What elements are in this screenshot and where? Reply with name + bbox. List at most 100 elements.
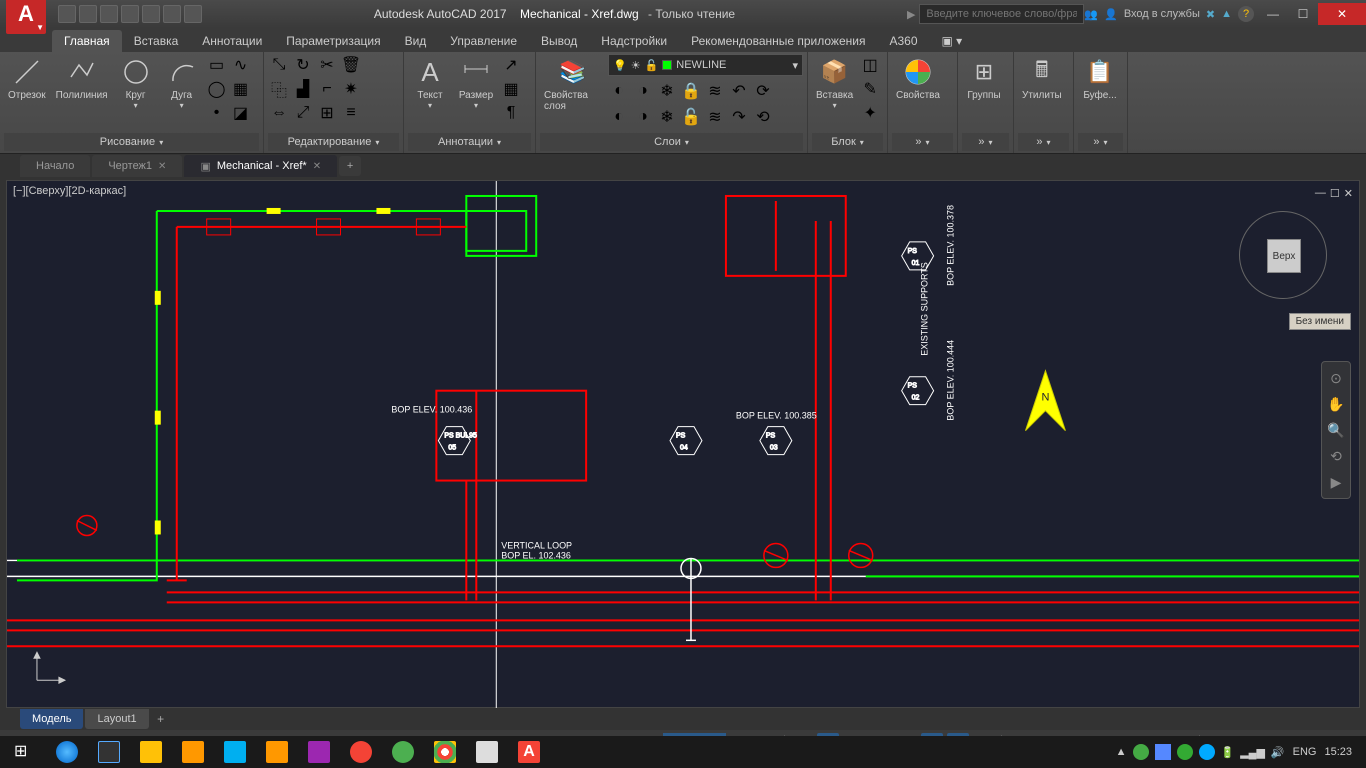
mirror-icon[interactable]: ▟ [292, 78, 314, 100]
qat-new-icon[interactable] [58, 5, 76, 23]
ellipse-icon[interactable]: ◯ [206, 78, 228, 100]
layoff-icon[interactable]: ◐ [608, 80, 630, 102]
fillet-icon[interactable]: ⌐ [316, 78, 338, 100]
exchange-icon[interactable]: ✖ [1206, 8, 1215, 21]
rotate-icon[interactable]: ↻ [292, 54, 314, 76]
panel-clipboard-title[interactable]: » [1078, 133, 1123, 151]
panel-layers-title[interactable]: Слои [540, 133, 803, 151]
taskbar-chrome[interactable] [424, 737, 466, 767]
utilities-button[interactable]: 🖩Утилиты [1018, 54, 1066, 103]
taskbar-app3[interactable] [298, 737, 340, 767]
minimize-button[interactable]: — [1258, 3, 1288, 25]
explode-icon[interactable]: ✷ [340, 78, 362, 100]
signin-icon[interactable]: 👤 [1104, 8, 1118, 21]
clipboard-button[interactable]: 📋Буфе... [1078, 54, 1122, 103]
qat-open-icon[interactable] [79, 5, 97, 23]
erase-icon[interactable]: 🗑 [340, 54, 362, 76]
point-icon[interactable]: • [206, 102, 228, 124]
region-icon[interactable]: ◪ [230, 102, 252, 124]
circle-button[interactable]: Круг▾ [114, 54, 158, 112]
layer-btn-d[interactable]: 🔓 [680, 106, 702, 128]
tab-addins[interactable]: Надстройки [589, 30, 679, 52]
infocenter-icon[interactable]: 👥 [1084, 8, 1098, 21]
taskbar-app1[interactable] [172, 737, 214, 767]
taskbar-ie[interactable] [46, 737, 88, 767]
copy-icon[interactable]: ⿻ [268, 78, 290, 100]
tray-icon-3[interactable] [1199, 744, 1215, 760]
layer-btn-g[interactable]: ⟲ [752, 106, 774, 128]
layer-btn-b[interactable]: ◑ [632, 106, 654, 128]
qat-undo-icon[interactable] [163, 5, 181, 23]
drawing-canvas[interactable]: [−][Сверху][2D-каркас] — ☐ ✕ Верх Без им… [6, 180, 1360, 708]
tray-battery-icon[interactable]: 🔋 [1221, 746, 1235, 759]
panel-utilities-title[interactable]: » [1018, 133, 1069, 151]
taskbar-app5[interactable] [466, 737, 508, 767]
hatch-icon[interactable]: ▦ [230, 78, 252, 100]
layer-dropdown[interactable]: 💡 ☀ 🔓 NEWLINE ▾ [608, 54, 803, 76]
tab-a360[interactable]: A360 [877, 30, 929, 52]
taskbar-clock[interactable]: 15:23 [1324, 746, 1352, 758]
dimension-button[interactable]: Размер▾ [454, 54, 498, 112]
laymch-icon[interactable]: ≋ [704, 80, 726, 102]
taskbar-explorer[interactable] [88, 737, 130, 767]
rect-icon[interactable]: ▭ [206, 54, 228, 76]
layer-btn-c[interactable]: ❄ [656, 106, 678, 128]
qat-saveas-icon[interactable] [121, 5, 139, 23]
panel-annotation-title[interactable]: Аннотации [408, 133, 531, 151]
tab-more-icon[interactable]: ▣ ▾ [930, 30, 975, 52]
mtext-icon[interactable]: ¶ [500, 102, 522, 124]
layout-model[interactable]: Модель [20, 709, 83, 729]
table-icon[interactable]: ▦ [500, 78, 522, 100]
new-tab-button[interactable]: + [339, 156, 361, 176]
text-button[interactable]: AТекст▾ [408, 54, 452, 112]
tray-network-icon[interactable]: ▂▄▆ [1240, 746, 1265, 759]
close-icon[interactable]: ✕ [313, 161, 321, 172]
tab-parametric[interactable]: Параметризация [274, 30, 392, 52]
polyline-button[interactable]: Полилиния [52, 54, 112, 103]
signin-label[interactable]: Вход в службы [1124, 8, 1200, 20]
tray-volume-icon[interactable]: 🔊 [1271, 746, 1285, 759]
leader-icon[interactable]: ↗ [500, 54, 522, 76]
tray-utorrent-icon[interactable] [1177, 744, 1193, 760]
layer-btn-a[interactable]: ◐ [608, 106, 630, 128]
panel-block-title[interactable]: Блок [812, 133, 883, 151]
move-icon[interactable]: ⤡ [268, 54, 290, 76]
app-menu-icon[interactable]: A [6, 0, 46, 34]
taskbar-utorrent[interactable] [382, 737, 424, 767]
search-input[interactable] [919, 4, 1084, 24]
layfrz-icon[interactable]: ❄ [656, 80, 678, 102]
array-icon[interactable]: ⊞ [316, 102, 338, 124]
qat-plot-icon[interactable] [142, 5, 160, 23]
filetab-drawing1[interactable]: Чертеж1✕ [92, 155, 182, 177]
taskbar-app4[interactable] [340, 737, 382, 767]
panel-draw-title[interactable]: Рисование [4, 133, 259, 151]
offset-icon[interactable]: ≡ [340, 102, 362, 124]
layer-btn-e[interactable]: ≋ [704, 106, 726, 128]
taskbar-app2[interactable] [256, 737, 298, 767]
arc-button[interactable]: Дуга▾ [160, 54, 204, 112]
tab-view[interactable]: Вид [393, 30, 439, 52]
tab-featured[interactable]: Рекомендованные приложения [679, 30, 877, 52]
taskbar-language[interactable]: ENG [1293, 746, 1317, 758]
taskbar-skype[interactable] [214, 737, 256, 767]
tray-icon-2[interactable] [1155, 744, 1171, 760]
tab-home[interactable]: Главная [52, 30, 122, 52]
add-layout-button[interactable]: + [151, 710, 171, 728]
filetab-start[interactable]: Начало [20, 155, 90, 177]
filetab-mechanical[interactable]: ▣Mechanical - Xref*✕ [184, 155, 337, 177]
groups-button[interactable]: ⊞Группы [962, 54, 1006, 103]
qat-save-icon[interactable] [100, 5, 118, 23]
tray-up-icon[interactable]: ▲ [1116, 746, 1127, 758]
taskbar-autocad[interactable]: A [508, 737, 550, 767]
spline-icon[interactable]: ∿ [230, 54, 252, 76]
close-icon[interactable]: ✕ [158, 161, 166, 172]
layer-props-button[interactable]: 📚Свойства слоя [540, 54, 606, 114]
tab-annotate[interactable]: Аннотации [190, 30, 274, 52]
a360-icon[interactable]: ▲ [1221, 8, 1232, 20]
qat-redo-icon[interactable] [184, 5, 202, 23]
properties-button[interactable]: Свойства [892, 54, 944, 103]
trim-icon[interactable]: ✂ [316, 54, 338, 76]
tab-output[interactable]: Вывод [529, 30, 589, 52]
create-block-icon[interactable]: ◫ [859, 54, 881, 76]
tab-manage[interactable]: Управление [438, 30, 529, 52]
